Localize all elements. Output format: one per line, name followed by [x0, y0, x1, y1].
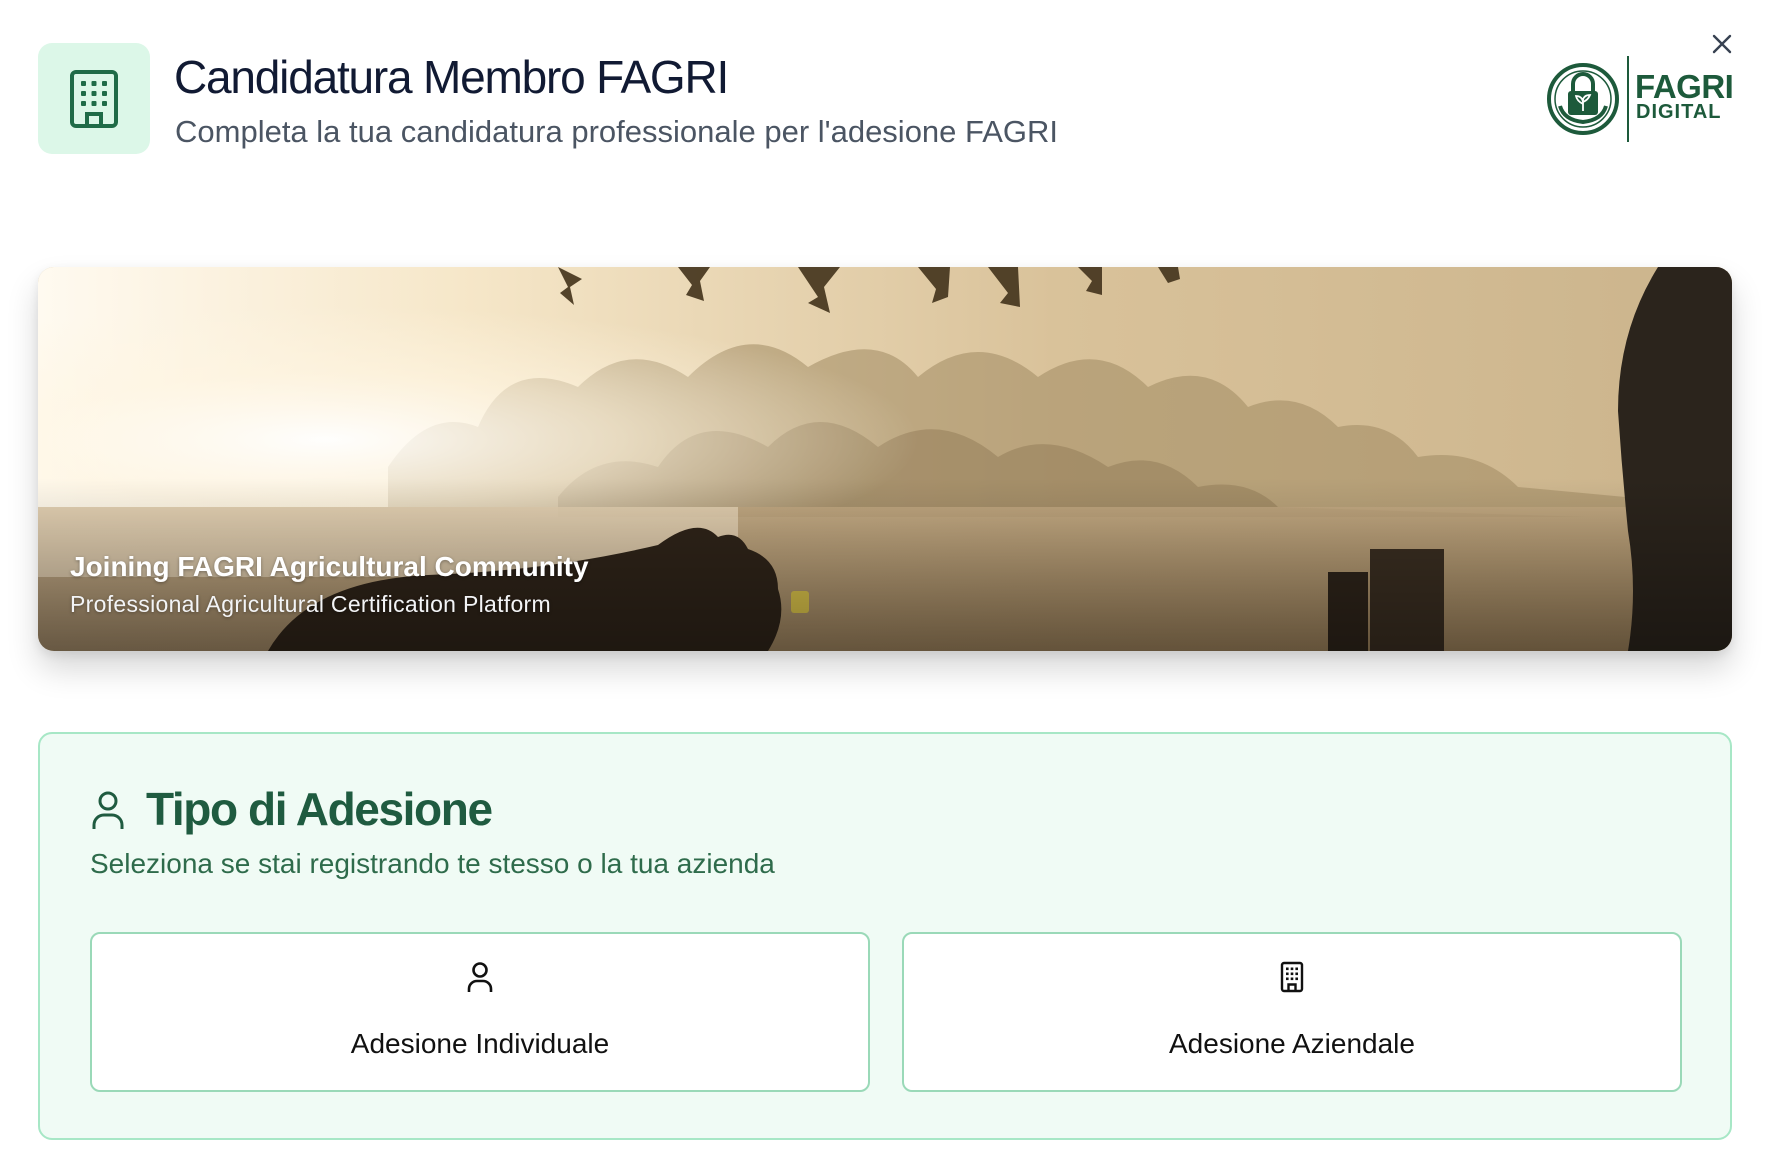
- section-title: Tipo di Adesione: [146, 783, 493, 835]
- dialog-title: Candidatura Membro FAGRI: [174, 51, 729, 103]
- logo-divider: [1627, 56, 1629, 142]
- business-option-label: Adesione Aziendale: [1169, 1028, 1415, 1059]
- building-icon: [70, 69, 118, 128]
- hero-banner: Joining FAGRI Agricultural Community Pro…: [38, 267, 1732, 651]
- dialog-subtitle: Completa la tua candidatura professional…: [175, 114, 1059, 149]
- lock-hands-plant-icon: [1547, 63, 1619, 135]
- user-icon: [92, 791, 124, 829]
- individual-option-label: Adesione Individuale: [350, 1028, 610, 1059]
- building-icon: [1280, 961, 1304, 993]
- section-description: Seleziona se stai registrando te stesso …: [90, 848, 775, 879]
- close-icon: [1712, 34, 1732, 54]
- business-membership-option[interactable]: Adesione Aziendale: [902, 932, 1682, 1092]
- header-icon-box: [38, 43, 150, 154]
- logo-tagline: DIGITAL: [1636, 101, 1722, 123]
- hero-title: Joining FAGRI Agricultural Community: [70, 551, 589, 582]
- membership-application-dialog: Candidatura Membro FAGRI Completa la tua…: [0, 0, 1770, 1174]
- fagri-digital-logo: FAGRI DIGITAL: [1546, 56, 1734, 144]
- hero-subtitle: Professional Agricultural Certification …: [70, 591, 551, 617]
- individual-membership-option[interactable]: Adesione Individuale: [90, 932, 870, 1092]
- user-icon: [467, 962, 493, 992]
- membership-type-section: Tipo di Adesione Seleziona se stai regis…: [38, 732, 1732, 1140]
- logo-name: FAGRI: [1635, 68, 1734, 105]
